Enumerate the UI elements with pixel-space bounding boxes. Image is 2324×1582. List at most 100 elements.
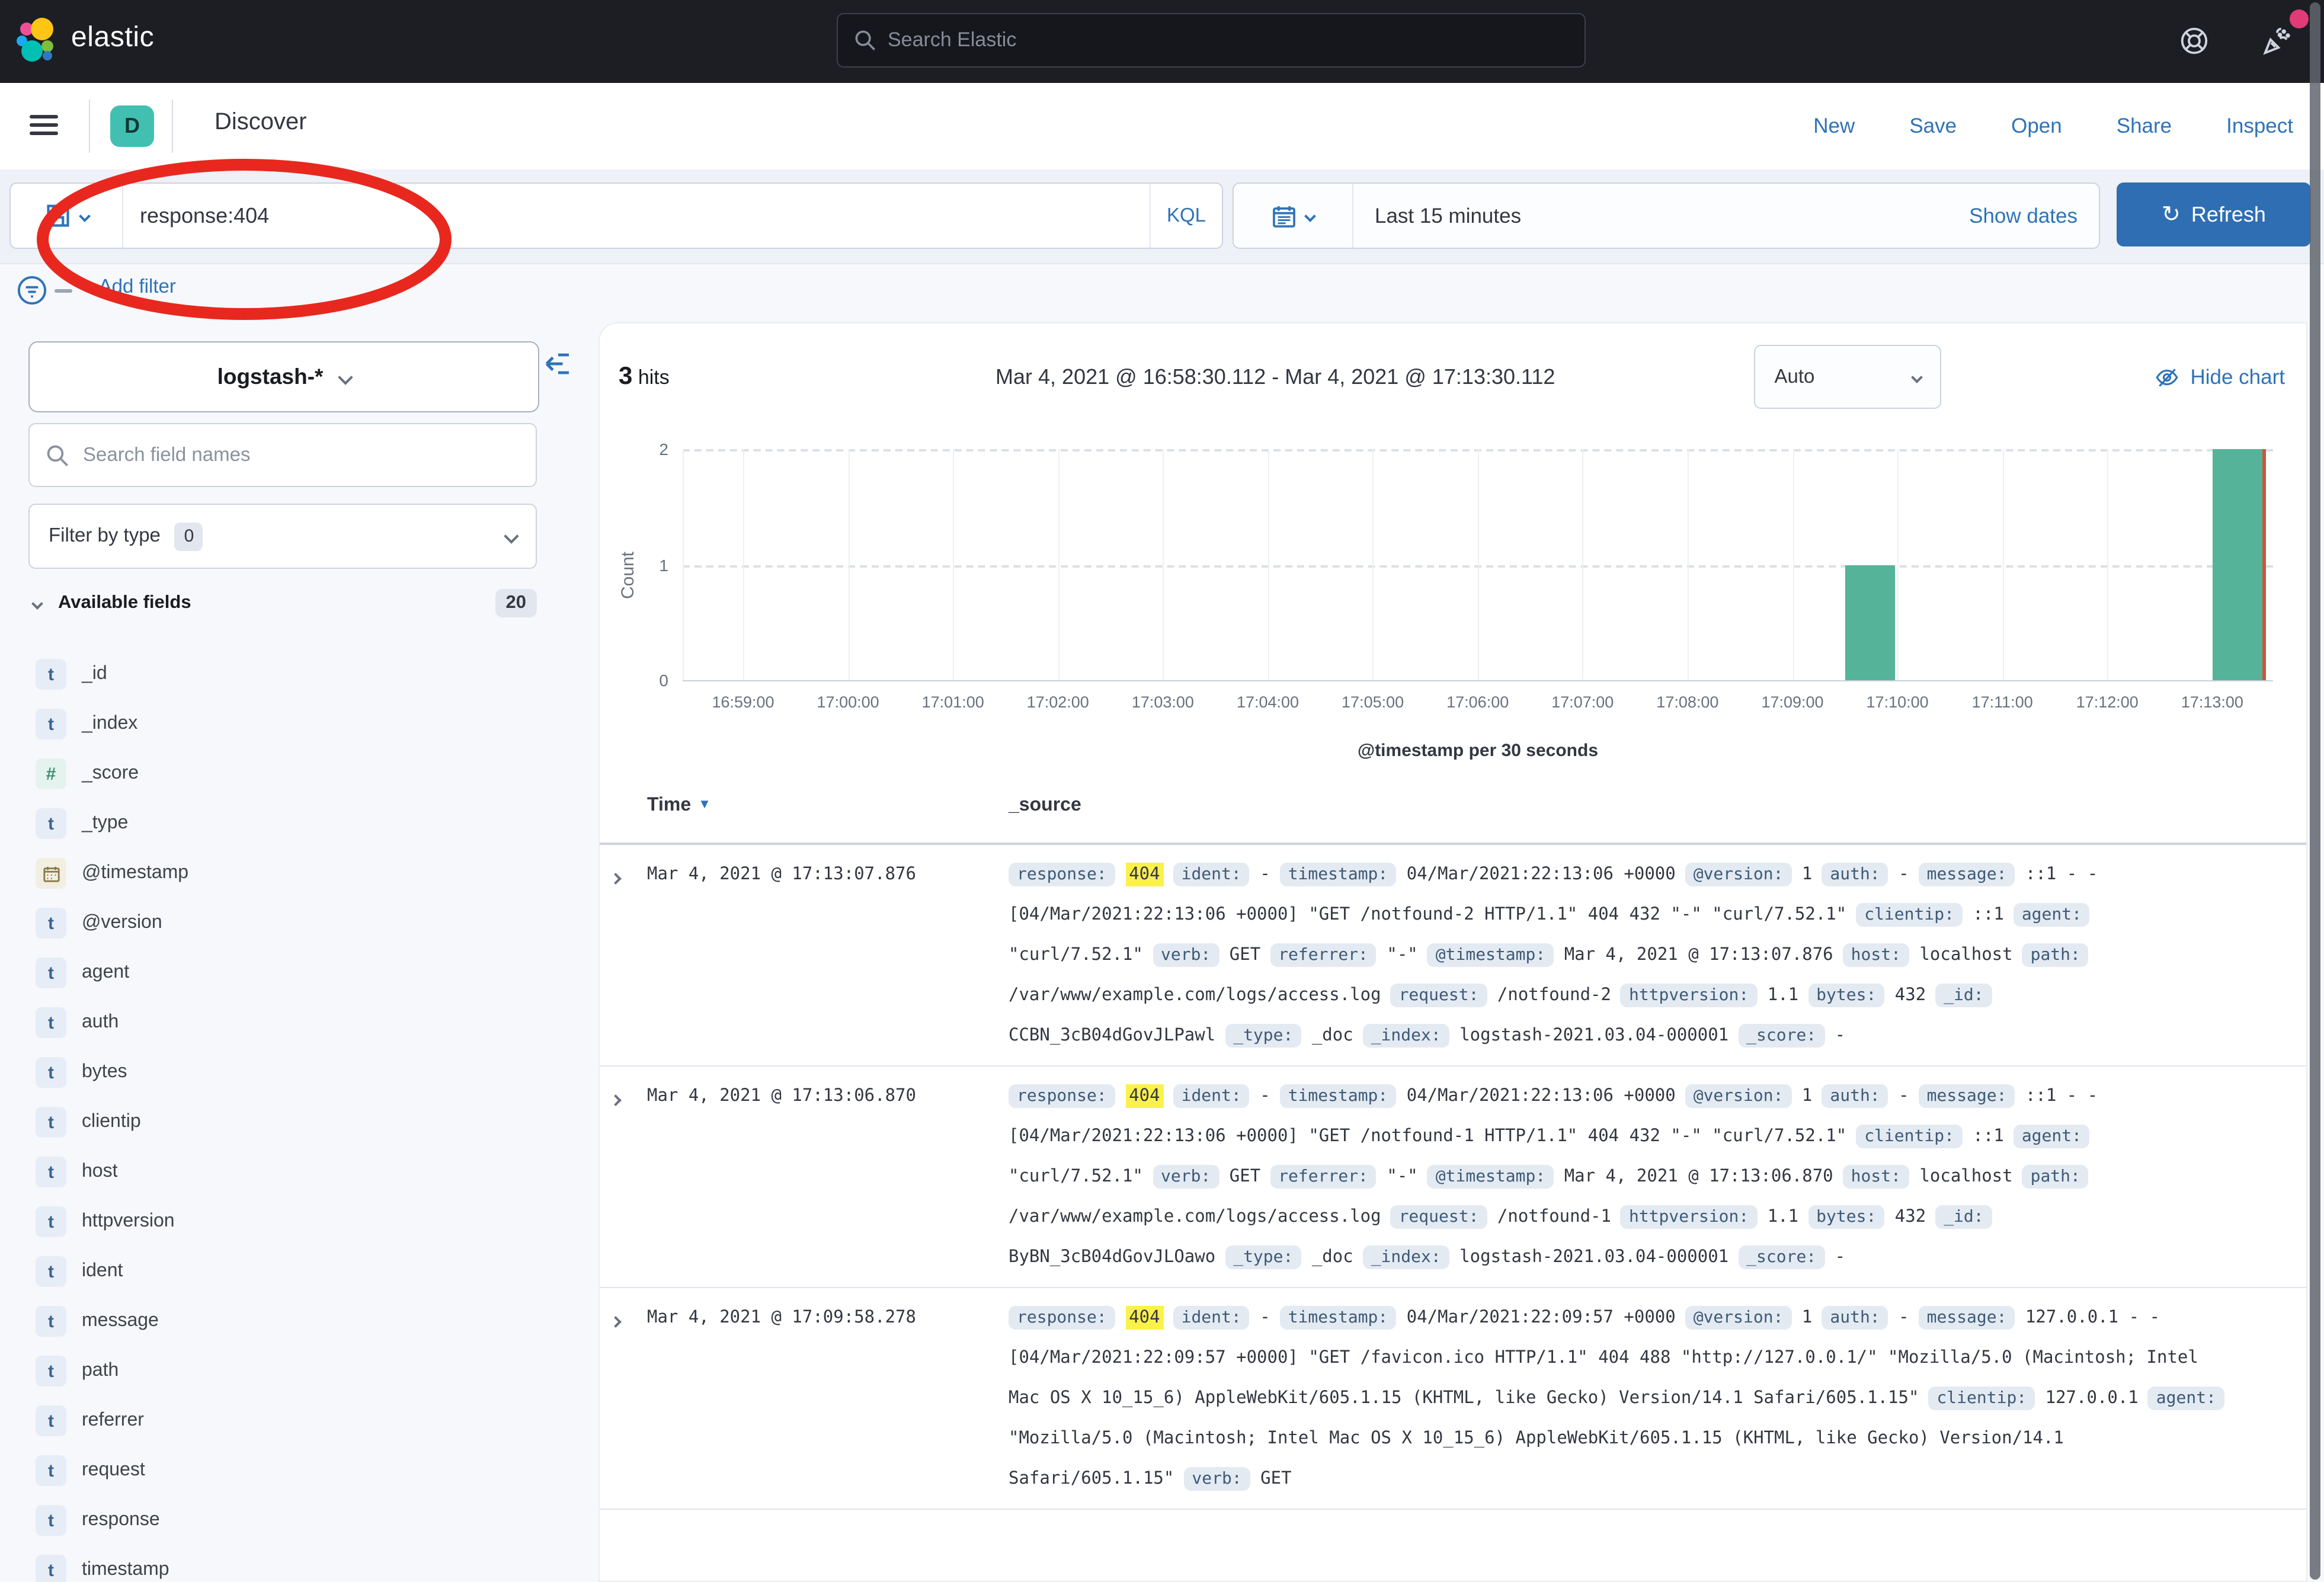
time-range-value[interactable]: Last 15 minutes (1353, 203, 1521, 228)
field-item-message[interactable]: tmessage (36, 1296, 537, 1346)
table-row: Mar 4, 2021 @ 17:09:58.278response: 404i… (600, 1288, 2306, 1510)
add-filter-button[interactable]: + Add filter (83, 276, 176, 299)
table-row: Mar 4, 2021 @ 17:13:06.870response: 404i… (600, 1067, 2306, 1288)
global-search-placeholder: Search Elastic (888, 28, 1016, 52)
field-badge: agent: (2014, 903, 2090, 927)
y-axis-title: Count (618, 540, 638, 611)
query-input-box[interactable]: response:404 KQL (9, 182, 1223, 249)
x-tick-label: 17:02:00 (1004, 693, 1111, 711)
x-tick-label: 17:03:00 (1109, 693, 1216, 711)
field-item-httpversion[interactable]: thttpversion (36, 1197, 537, 1247)
refresh-button[interactable]: ↻ Refresh (2117, 182, 2311, 246)
x-tick-label: 17:11:00 (1949, 693, 2056, 711)
query-input-value[interactable]: response:404 (123, 203, 1150, 228)
x-tick-label: 17:08:00 (1634, 693, 1741, 711)
field-badge: verb: (1153, 1165, 1219, 1189)
field-item-path[interactable]: tpath (36, 1346, 537, 1396)
field-item-agent[interactable]: tagent (36, 948, 537, 998)
field-badge: @version: (1685, 1084, 1792, 1108)
text-field-icon: t (36, 1455, 66, 1486)
text-field-icon: t (36, 1057, 66, 1088)
field-item-_score[interactable]: #_score (36, 749, 537, 799)
text-field-icon: t (36, 1356, 66, 1386)
text-field-icon: t (36, 1306, 66, 1337)
x-tick-label: 17:12:00 (2054, 693, 2160, 711)
action-save[interactable]: Save (1909, 114, 1957, 139)
gridline (848, 449, 849, 680)
text-field-icon: t (36, 1157, 66, 1187)
field-item-bytes[interactable]: tbytes (36, 1048, 537, 1097)
menu-hamburger-icon[interactable] (30, 115, 58, 136)
action-inspect[interactable]: Inspect (2226, 114, 2293, 139)
field-badge: _type: (1225, 1024, 1301, 1048)
interval-select[interactable]: Auto (1754, 345, 1941, 409)
date-picker: Last 15 minutes Show dates (1233, 182, 2100, 249)
field-item-_id[interactable]: t _id (36, 649, 537, 699)
gridline (683, 565, 2273, 567)
field-item-referrer[interactable]: treferrer (36, 1396, 537, 1446)
newsfeed-party-icon[interactable] (2261, 25, 2293, 57)
action-open[interactable]: Open (2011, 114, 2062, 139)
field-name: _id (82, 664, 107, 685)
gridline (2107, 449, 2108, 680)
expand-row-icon[interactable] (610, 1094, 622, 1106)
help-lifebuoy-icon[interactable] (2178, 25, 2210, 57)
global-search-input[interactable]: Search Elastic (837, 13, 1586, 68)
field-item-auth[interactable]: tauth (36, 998, 537, 1048)
expand-row-icon[interactable] (610, 1316, 622, 1328)
query-bar: response:404 KQL Last 15 minutes Show da… (0, 169, 2324, 264)
field-item-@timestamp[interactable]: @timestamp (36, 848, 537, 898)
field-item-request[interactable]: trequest (36, 1446, 537, 1495)
field-item-_type[interactable]: t_type (36, 799, 537, 848)
elastic-logo-icon[interactable] (17, 18, 62, 65)
available-fields-header[interactable]: Available fields 20 (33, 589, 537, 617)
field-item-clientip[interactable]: tclientip (36, 1097, 537, 1147)
text-field-icon: t (36, 1107, 66, 1138)
index-pattern-selector[interactable]: logstash-* (28, 341, 539, 412)
highlighted-value: 404 (1125, 1084, 1163, 1108)
date-field-icon (36, 858, 66, 889)
highlighted-value: 404 (1125, 1306, 1163, 1330)
field-badge: verb: (1153, 943, 1219, 967)
chevron-down-icon (78, 210, 90, 222)
field-item-timestamp[interactable]: ttimestamp (36, 1545, 537, 1582)
field-badge: request: (1391, 984, 1487, 1007)
text-field-icon: t (36, 659, 66, 690)
available-fields-count-badge: 20 (495, 589, 537, 617)
field-search-input[interactable]: Search field names (28, 423, 537, 487)
field-item-host[interactable]: thost (36, 1147, 537, 1197)
field-badge: timestamp: (1280, 1084, 1397, 1108)
hide-chart-button[interactable]: Hide chart (2155, 364, 2285, 389)
discover-app-icon[interactable]: D (110, 105, 154, 147)
filter-list-icon[interactable] (17, 275, 47, 306)
histogram-bar[interactable] (2212, 449, 2262, 680)
field-badge: timestamp: (1280, 863, 1397, 886)
field-badge: _type: (1225, 1245, 1301, 1269)
column-header-source[interactable]: _source (1009, 795, 1081, 816)
field-badge: _index: (1363, 1245, 1449, 1269)
hits-bar: 3 hits Mar 4, 2021 @ 16:58:30.112 - Mar … (619, 342, 2285, 411)
field-item-@version[interactable]: t@version (36, 898, 537, 948)
date-picker-menu[interactable] (1234, 184, 1353, 248)
field-name: agent (82, 962, 129, 984)
gridline (1583, 449, 1584, 680)
histogram-bar[interactable] (1845, 565, 1896, 680)
column-header-time[interactable]: Time▼ (647, 795, 711, 816)
expand-row-icon[interactable] (610, 873, 622, 885)
row-time: Mar 4, 2021 @ 17:09:58.278 (647, 1298, 1009, 1499)
query-language-button[interactable]: KQL (1150, 184, 1222, 248)
sort-descending-icon[interactable]: ▼ (698, 798, 711, 812)
field-item-response[interactable]: tresponse (36, 1495, 537, 1545)
scrollbar[interactable] (2310, 2, 2320, 1580)
field-search-placeholder: Search field names (83, 444, 251, 466)
saved-query-menu[interactable] (11, 184, 123, 248)
action-new[interactable]: New (1813, 114, 1855, 139)
field-item-_index[interactable]: t_index (36, 699, 537, 749)
collapse-sidebar-icon[interactable] (544, 350, 572, 378)
show-dates-button[interactable]: Show dates (1969, 203, 2099, 228)
action-share[interactable]: Share (2117, 114, 2172, 139)
filter-by-type-select[interactable]: Filter by type 0 (28, 504, 537, 569)
chart-time-range-title: Mar 4, 2021 @ 16:58:30.112 - Mar 4, 2021… (796, 364, 1754, 389)
field-item-ident[interactable]: tident (36, 1247, 537, 1296)
gridline (1897, 449, 1899, 680)
